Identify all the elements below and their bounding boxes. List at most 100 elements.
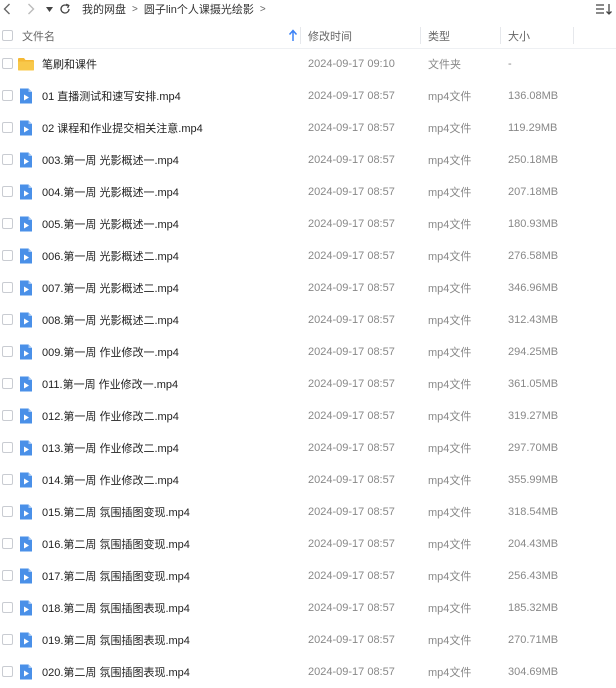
row-checkbox[interactable] bbox=[2, 250, 13, 261]
file-name[interactable]: 011.第一周 作业修改一.mp4 bbox=[42, 368, 178, 400]
file-name[interactable]: 019.第二周 氛围插图表现.mp4 bbox=[42, 624, 190, 656]
file-name[interactable]: 016.第二周 氛围插图变现.mp4 bbox=[42, 528, 190, 560]
file-name[interactable]: 005.第一周 光影概述一.mp4 bbox=[42, 208, 179, 240]
file-row[interactable]: 014.第一周 作业修改二.mp4 2024-09-17 08:57 mp4文件 35… bbox=[0, 464, 616, 496]
file-row[interactable]: 笔刷和课件 2024-09-17 09:10 文件夹 - bbox=[0, 48, 616, 80]
file-row[interactable]: 016.第二周 氛围插图变现.mp4 2024-09-17 08:57 mp4文件 2… bbox=[0, 528, 616, 560]
file-type: mp4文件 bbox=[428, 571, 472, 583]
row-checkbox[interactable] bbox=[2, 122, 13, 133]
file-name[interactable]: 003.第一周 光影概述一.mp4 bbox=[42, 144, 179, 176]
history-dropdown-button[interactable] bbox=[44, 0, 54, 18]
file-row[interactable]: 005.第一周 光影概述一.mp4 2024-09-17 08:57 mp4文件 18… bbox=[0, 208, 616, 240]
file-row[interactable]: 017.第二周 氛围插图变现.mp4 2024-09-17 08:57 mp4文件 2… bbox=[0, 560, 616, 592]
file-name[interactable]: 02 课程和作业提交相关注意.mp4 bbox=[42, 112, 203, 144]
file-modified: 2024-09-17 08:57 bbox=[308, 538, 395, 550]
row-checkbox[interactable] bbox=[2, 154, 13, 165]
file-row[interactable]: 012.第一周 作业修改二.mp4 2024-09-17 08:57 mp4文件 31… bbox=[0, 400, 616, 432]
file-modified: 2024-09-17 08:57 bbox=[308, 282, 395, 294]
file-name[interactable]: 018.第二周 氛围插图表现.mp4 bbox=[42, 592, 190, 624]
folder-icon bbox=[17, 55, 35, 73]
file-modified: 2024-09-17 08:57 bbox=[308, 506, 395, 518]
row-checkbox[interactable] bbox=[2, 186, 13, 197]
file-name[interactable]: 006.第一周 光影概述二.mp4 bbox=[42, 240, 179, 272]
column-divider[interactable] bbox=[300, 27, 301, 44]
file-row[interactable]: 009.第一周 作业修改一.mp4 2024-09-17 08:57 mp4文件 29… bbox=[0, 336, 616, 368]
breadcrumb-item-root[interactable]: 我的网盘 bbox=[82, 1, 126, 17]
file-row[interactable]: 019.第二周 氛围插图表现.mp4 2024-09-17 08:57 mp4文件 2… bbox=[0, 624, 616, 656]
file-row[interactable]: 003.第一周 光影概述一.mp4 2024-09-17 08:57 mp4文件 25… bbox=[0, 144, 616, 176]
forward-button[interactable] bbox=[24, 0, 38, 18]
view-options-button[interactable] bbox=[594, 1, 614, 17]
row-checkbox[interactable] bbox=[2, 314, 13, 325]
file-name[interactable]: 014.第一周 作业修改二.mp4 bbox=[42, 464, 179, 496]
file-name[interactable]: 007.第一周 光影概述二.mp4 bbox=[42, 272, 179, 304]
file-type: mp4文件 bbox=[428, 475, 472, 487]
row-checkbox[interactable] bbox=[2, 218, 13, 229]
file-name[interactable]: 012.第一周 作业修改二.mp4 bbox=[42, 400, 179, 432]
chevron-right-icon bbox=[28, 3, 35, 15]
column-header-modified[interactable]: 修改时间 bbox=[308, 23, 352, 48]
row-checkbox[interactable] bbox=[2, 90, 13, 101]
file-type: mp4文件 bbox=[428, 91, 472, 103]
file-type: mp4文件 bbox=[428, 411, 472, 423]
file-type: 文件夹 bbox=[428, 59, 461, 71]
row-checkbox[interactable] bbox=[2, 442, 13, 453]
row-checkbox[interactable] bbox=[2, 474, 13, 485]
row-checkbox[interactable] bbox=[2, 602, 13, 613]
file-name[interactable]: 004.第一周 光影概述一.mp4 bbox=[42, 176, 179, 208]
select-all-checkbox[interactable] bbox=[2, 30, 13, 41]
file-size: - bbox=[508, 58, 512, 70]
file-modified: 2024-09-17 08:57 bbox=[308, 474, 395, 486]
video-file-icon bbox=[17, 503, 35, 521]
row-checkbox[interactable] bbox=[2, 538, 13, 549]
file-name[interactable]: 020.第二周 氛围插图表现.mp4 bbox=[42, 656, 190, 688]
row-checkbox[interactable] bbox=[2, 410, 13, 421]
file-row[interactable]: 02 课程和作业提交相关注意.mp4 2024-09-17 08:57 mp4文件 1… bbox=[0, 112, 616, 144]
file-modified: 2024-09-17 08:57 bbox=[308, 602, 395, 614]
file-name[interactable]: 013.第一周 作业修改二.mp4 bbox=[42, 432, 179, 464]
column-header-type[interactable]: 类型 bbox=[428, 23, 450, 48]
file-modified: 2024-09-17 08:57 bbox=[308, 250, 395, 262]
sort-ascending-icon[interactable] bbox=[288, 29, 298, 42]
file-name[interactable]: 笔刷和课件 bbox=[42, 48, 97, 80]
back-button[interactable] bbox=[0, 0, 14, 18]
column-divider[interactable] bbox=[573, 27, 574, 44]
file-name[interactable]: 017.第二周 氛围插图变现.mp4 bbox=[42, 560, 190, 592]
file-row[interactable]: 011.第一周 作业修改一.mp4 2024-09-17 08:57 mp4文件 36… bbox=[0, 368, 616, 400]
breadcrumb-item-current[interactable]: 圆子lin个人课摄光绘影 bbox=[144, 1, 254, 17]
row-checkbox[interactable] bbox=[2, 282, 13, 293]
column-divider[interactable] bbox=[500, 27, 501, 44]
file-row[interactable]: 015.第二周 氛围插图变现.mp4 2024-09-17 08:57 mp4文件 3… bbox=[0, 496, 616, 528]
chevron-left-icon bbox=[3, 3, 10, 15]
column-divider[interactable] bbox=[420, 27, 421, 44]
file-row[interactable]: 013.第一周 作业修改二.mp4 2024-09-17 08:57 mp4文件 29… bbox=[0, 432, 616, 464]
file-row[interactable]: 004.第一周 光影概述一.mp4 2024-09-17 08:57 mp4文件 20… bbox=[0, 176, 616, 208]
file-size: 346.96MB bbox=[508, 282, 559, 294]
file-size: 136.08MB bbox=[508, 90, 559, 102]
file-size: 119.29MB bbox=[508, 122, 558, 134]
file-name[interactable]: 008.第一周 光影概述二.mp4 bbox=[42, 304, 179, 336]
row-checkbox[interactable] bbox=[2, 58, 13, 69]
row-checkbox[interactable] bbox=[2, 634, 13, 645]
file-row[interactable]: 018.第二周 氛围插图表现.mp4 2024-09-17 08:57 mp4文件 1… bbox=[0, 592, 616, 624]
file-name[interactable]: 015.第二周 氛围插图变现.mp4 bbox=[42, 496, 190, 528]
file-type: mp4文件 bbox=[428, 251, 472, 263]
column-header-size[interactable]: 大小 bbox=[508, 23, 530, 48]
column-header-name[interactable]: 文件名 bbox=[22, 23, 55, 48]
row-checkbox[interactable] bbox=[2, 506, 13, 517]
row-checkbox[interactable] bbox=[2, 378, 13, 389]
row-checkbox[interactable] bbox=[2, 346, 13, 357]
file-size: 297.70MB bbox=[508, 442, 559, 454]
file-row[interactable]: 01 直播测试和速写安排.mp4 2024-09-17 08:57 mp4文件 136… bbox=[0, 80, 616, 112]
file-row[interactable]: 006.第一周 光影概述二.mp4 2024-09-17 08:57 mp4文件 27… bbox=[0, 240, 616, 272]
refresh-button[interactable] bbox=[58, 0, 72, 18]
file-row[interactable]: 020.第二周 氛围插图表现.mp4 2024-09-17 08:57 mp4文件 3… bbox=[0, 656, 616, 688]
file-name[interactable]: 01 直播测试和速写安排.mp4 bbox=[42, 80, 181, 112]
file-row[interactable]: 007.第一周 光影概述二.mp4 2024-09-17 08:57 mp4文件 34… bbox=[0, 272, 616, 304]
file-name[interactable]: 009.第一周 作业修改一.mp4 bbox=[42, 336, 179, 368]
file-size: 318.54MB bbox=[508, 506, 559, 518]
file-row[interactable]: 008.第一周 光影概述二.mp4 2024-09-17 08:57 mp4文件 31… bbox=[0, 304, 616, 336]
video-file-icon bbox=[17, 407, 35, 425]
row-checkbox[interactable] bbox=[2, 570, 13, 581]
row-checkbox[interactable] bbox=[2, 666, 13, 677]
